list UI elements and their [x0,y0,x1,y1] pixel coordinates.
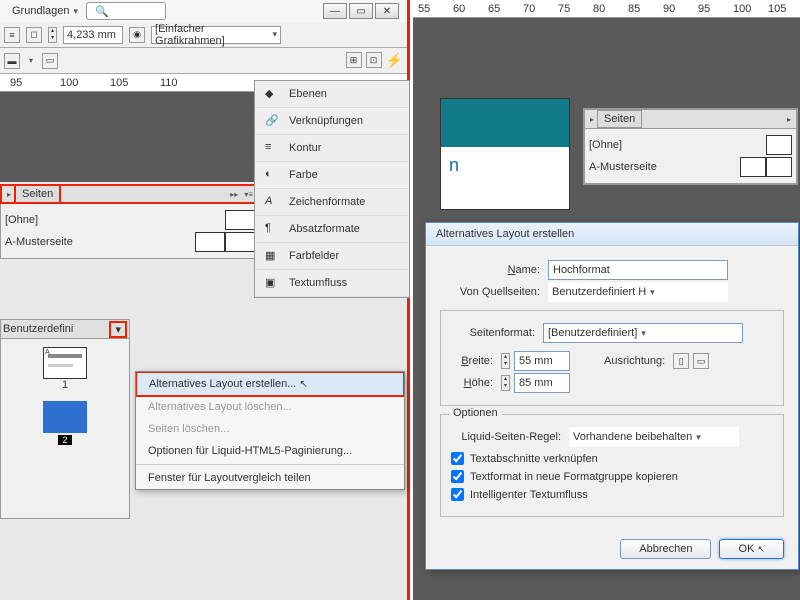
menu-grundlagen[interactable]: Grundlagen [8,3,82,19]
align-icon[interactable]: ≡ [4,27,20,43]
liquid-label: Liquid-Seiten-Regel: [451,431,561,443]
name-input[interactable]: Hochformat [548,260,728,280]
ctx-alt-layout-create[interactable]: Alternatives Layout erstellen... ↖ [135,371,405,397]
minimize-button[interactable]: — [323,3,347,19]
name-label: Name: [440,264,540,276]
ok-button[interactable]: OK ↖ [719,539,784,559]
panels-dock: ◆Ebenen 🔗Verknüpfungen ≡Kontur ◐Farbe AZ… [254,80,410,298]
panel-textumfluss[interactable]: ▣Textumfluss [255,270,409,297]
panel-verknuepfungen[interactable]: 🔗Verknüpfungen [255,108,409,135]
alt-layout-dialog: Alternatives Layout erstellen Name: Hochf… [425,222,799,570]
ausrichtung-label: Ausrichtung: [604,355,665,367]
opt1-icon[interactable]: ⊞ [346,52,362,68]
ohne-thumb[interactable] [225,210,255,230]
format-label: Seitenformat: [451,327,535,339]
ctx-alt-layout-delete: Alternatives Layout löschen... [136,396,404,418]
muster-label[interactable]: A-Musterseite [5,236,73,248]
ctx-delete-pages: Seiten löschen... [136,418,404,440]
ohne-label[interactable]: [Ohne] [5,214,38,226]
liquid-dropdown[interactable]: Vorhandene beibehalten [569,427,739,447]
landscape-icon[interactable]: ▭ [693,353,709,369]
frame-dropdown[interactable]: [Einfacher Grafikrahmen] [151,26,281,44]
panel-farbfelder[interactable]: ▦Farbfelder [255,243,409,270]
seiten-tab[interactable]: Seiten [14,184,61,204]
ohne-label-r[interactable]: [Ohne] [589,139,622,151]
chk-textumfluss[interactable] [451,488,464,501]
panel-zeichenformate[interactable]: AZeichenformate [255,189,409,216]
optionen-label: Optionen [449,407,502,419]
page2-thumb[interactable] [43,401,87,433]
search-input[interactable]: 🔍 [86,2,166,20]
context-menu: Alternatives Layout erstellen... ↖ Alter… [135,371,405,490]
layout-menu-trigger[interactable]: ▾ [109,321,127,338]
dialog-title: Alternatives Layout erstellen [426,223,798,246]
breite-input[interactable]: 55 mm [514,351,570,371]
benutzer-tab[interactable]: Benutzerdefini [3,323,73,335]
ctx-liquid-options[interactable]: Optionen für Liquid-HTML5-Paginierung... [136,440,404,462]
format-dropdown[interactable]: [Benutzerdefiniert] [543,323,743,343]
measure-field[interactable]: 4,233 mm [63,26,123,44]
close-button[interactable]: ✕ [375,3,399,19]
hoehe-input[interactable]: 85 mm [514,373,570,393]
panel-kontur[interactable]: ≡Kontur [255,135,409,162]
quell-label: Von Quellseiten: [440,286,540,298]
chk-textformat[interactable] [451,470,464,483]
page-preview: n [440,98,570,210]
crop-icon[interactable]: ◻ [26,27,42,43]
cancel-button[interactable]: Abbrechen [620,539,711,559]
breite-label: Breite: [451,355,493,367]
panel-absatzformate[interactable]: ¶Absatzformate [255,216,409,243]
opt2-icon[interactable]: ⊡ [366,52,382,68]
stepper[interactable]: ▴▾ [48,27,57,43]
tool2-icon[interactable]: ▭ [42,53,58,69]
panel-farbe[interactable]: ◐Farbe [255,162,409,189]
page2-label: 2 [58,435,72,445]
ctx-compare-window[interactable]: Fenster für Layoutvergleich teilen [136,467,404,489]
muster-thumb-r[interactable] [225,232,255,252]
page1-thumb[interactable]: A [43,347,87,379]
caret-icon[interactable]: ▾ [26,56,36,65]
seiten-panel-header[interactable]: ▸ Seiten ▸▸ ▾≡ [0,184,260,204]
hoehe-label: Höhe: [451,377,493,389]
ruler-right: 55 60 65 70 75 80 85 90 95 100 105 [413,0,800,18]
chk-textabschnitte[interactable] [451,452,464,465]
flash-icon: ⚡ [386,52,403,69]
portrait-icon[interactable]: ▯ [673,353,689,369]
quell-dropdown[interactable]: Benutzerdefiniert H [548,282,728,302]
reset-icon[interactable]: ◉ [129,27,145,43]
muster-thumb-l[interactable] [195,232,225,252]
panel-ebenen[interactable]: ◆Ebenen [255,81,409,108]
muster-label-r[interactable]: A-Musterseite [589,161,657,173]
seiten-panel-right: ▸ Seiten ▸ [Ohne] A-Musterseite [583,108,798,185]
seiten-tab-r[interactable]: Seiten [597,110,642,128]
maximize-button[interactable]: ▭ [349,3,373,19]
page1-label: 1 [5,379,125,391]
tool-icon[interactable]: ▬ [4,53,20,69]
